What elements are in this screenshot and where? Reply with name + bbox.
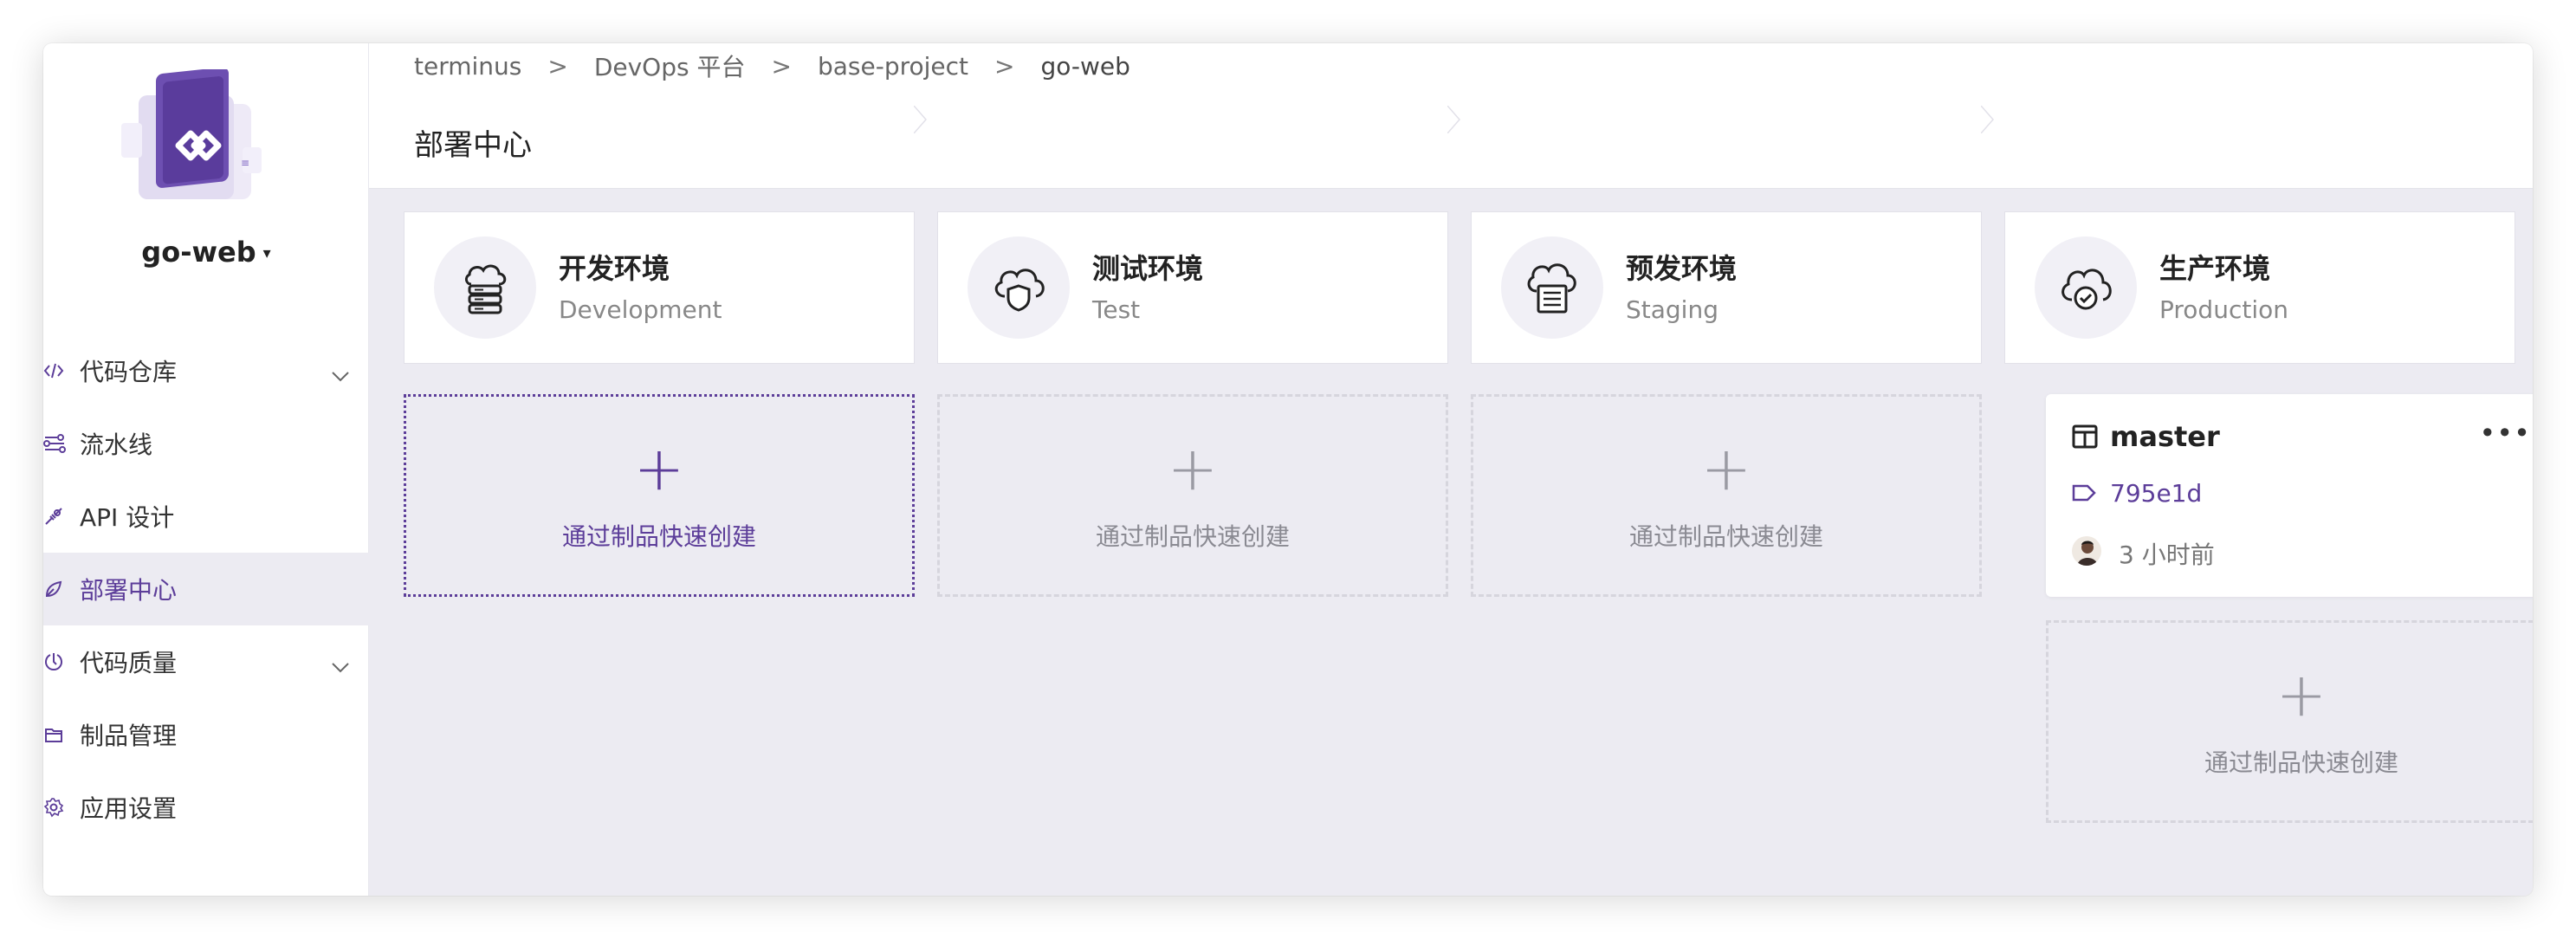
app-name: go-web: [141, 236, 256, 269]
create-label: 通过制品快速创建: [2204, 748, 2398, 777]
code-icon: [43, 355, 74, 386]
sidebar-item-pipeline[interactable]: 流水线: [43, 407, 369, 480]
caret-down-icon: ▾: [262, 244, 271, 262]
quality-icon: [43, 646, 74, 677]
chevron-connector-icon: [914, 106, 927, 133]
env-name: 开发环境: [559, 252, 670, 285]
breadcrumb-separator: >: [771, 51, 792, 81]
page-title: 部署中心: [414, 128, 532, 163]
breadcrumb: terminus > DevOps 平台 > base-project > go…: [414, 49, 1130, 83]
breadcrumb-item[interactable]: base-project: [818, 52, 968, 81]
check-cloud-icon: [2035, 236, 2137, 339]
env-name: 预发环境: [1626, 252, 1738, 285]
pipeline-icon: [43, 428, 74, 459]
main-content: terminus > DevOps 平台 > base-project > go…: [369, 43, 2533, 896]
env-card-staging: 预发环境 Staging: [1471, 211, 1982, 364]
server-cloud-icon: [434, 236, 536, 339]
breadcrumb-separator: >: [547, 51, 568, 81]
breadcrumb-item[interactable]: DevOps 平台: [594, 49, 746, 83]
env-name-en: Development: [559, 295, 722, 324]
api-icon: [43, 501, 74, 532]
more-icon[interactable]: •••: [2479, 417, 2531, 450]
env-card-production: 生产环境 Production: [2004, 211, 2515, 364]
sidebar-item-label: 应用设置: [80, 794, 178, 823]
breadcrumb-separator: >: [994, 51, 1015, 81]
create-label: 通过制品快速创建: [561, 522, 756, 551]
sidebar-item-code-repo[interactable]: 代码仓库: [43, 334, 369, 407]
chevron-down-icon: [331, 651, 350, 680]
artifact-icon: [43, 719, 74, 750]
chevron-connector-icon: [1447, 106, 1460, 133]
sidebar-item-api-design[interactable]: API 设计: [43, 480, 369, 553]
create-from-artifact-button-test[interactable]: + 通过制品快速创建: [937, 394, 1448, 597]
create-label: 通过制品快速创建: [1628, 522, 1823, 551]
plus-icon: +: [1167, 433, 1219, 504]
plus-icon: +: [1700, 433, 1752, 504]
sidebar-item-label: API 设计: [80, 503, 175, 532]
sidebar-item-label: 代码质量: [80, 649, 178, 677]
env-name-en: Test: [1092, 295, 1141, 324]
sidebar-item-label: 部署中心: [80, 576, 178, 605]
branch-layout-icon: [2072, 424, 2098, 453]
env-name-en: Production: [2159, 295, 2288, 324]
sidebar-item-app-settings[interactable]: 应用设置: [43, 771, 369, 844]
create-from-artifact-button-production[interactable]: + 通过制品快速创建: [2046, 620, 2533, 823]
sidebar-item-code-quality[interactable]: 代码质量: [43, 625, 369, 698]
branch-name: master: [2110, 420, 2220, 453]
app-logo: ≡: [104, 67, 277, 217]
sidebar-item-label: 流水线: [80, 431, 153, 459]
chevron-connector-icon: [1981, 106, 1994, 133]
create-label: 通过制品快速创建: [1095, 522, 1290, 551]
create-from-artifact-button-development[interactable]: + 通过制品快速创建: [404, 394, 915, 597]
document-cloud-icon: [1501, 236, 1603, 339]
env-name-en: Staging: [1626, 295, 1718, 324]
sidebar-nav: 代码仓库 流水线 API 设计 部署中心 代码质量 制品管理 应用设置: [43, 334, 369, 844]
env-card-test: 测试环境 Test: [937, 211, 1448, 364]
breadcrumb-item[interactable]: terminus: [414, 52, 521, 81]
breadcrumb-item-current: go-web: [1040, 51, 1130, 81]
env-name: 生产环境: [2159, 252, 2271, 285]
deploy-icon: [43, 573, 74, 605]
app-switcher[interactable]: go-web ▾: [43, 236, 369, 269]
sidebar-item-label: 制品管理: [80, 722, 178, 750]
env-card-development: 开发环境 Development: [404, 211, 915, 364]
sidebar-item-artifacts[interactable]: 制品管理: [43, 698, 369, 771]
plus-icon: +: [633, 433, 685, 504]
plus-icon: +: [2275, 659, 2327, 730]
chevron-down-icon: [331, 360, 350, 389]
sidebar: ≡ go-web ▾ 代码仓库 流水线 API 设计 部署中心 代码质量 制品管…: [43, 43, 369, 896]
avatar: [2072, 536, 2101, 566]
sidebar-item-deploy-center[interactable]: 部署中心: [43, 553, 369, 625]
commit-id[interactable]: 795e1d: [2110, 479, 2202, 508]
deployment-card[interactable]: master ••• 795e1d 3 小时前: [2046, 394, 2533, 597]
tag-icon: [2072, 482, 2096, 507]
settings-icon: [43, 792, 74, 823]
svg-text:≡: ≡: [241, 157, 249, 169]
create-from-artifact-button-staging[interactable]: + 通过制品快速创建: [1471, 394, 1982, 597]
env-name: 测试环境: [1092, 252, 1204, 285]
shield-cloud-icon: [968, 236, 1070, 339]
deploy-time: 3 小时前: [2119, 541, 2215, 569]
sidebar-item-label: 代码仓库: [80, 358, 178, 386]
app-window: ≡ go-web ▾ 代码仓库 流水线 API 设计 部署中心 代码质量 制品管…: [43, 43, 2533, 896]
